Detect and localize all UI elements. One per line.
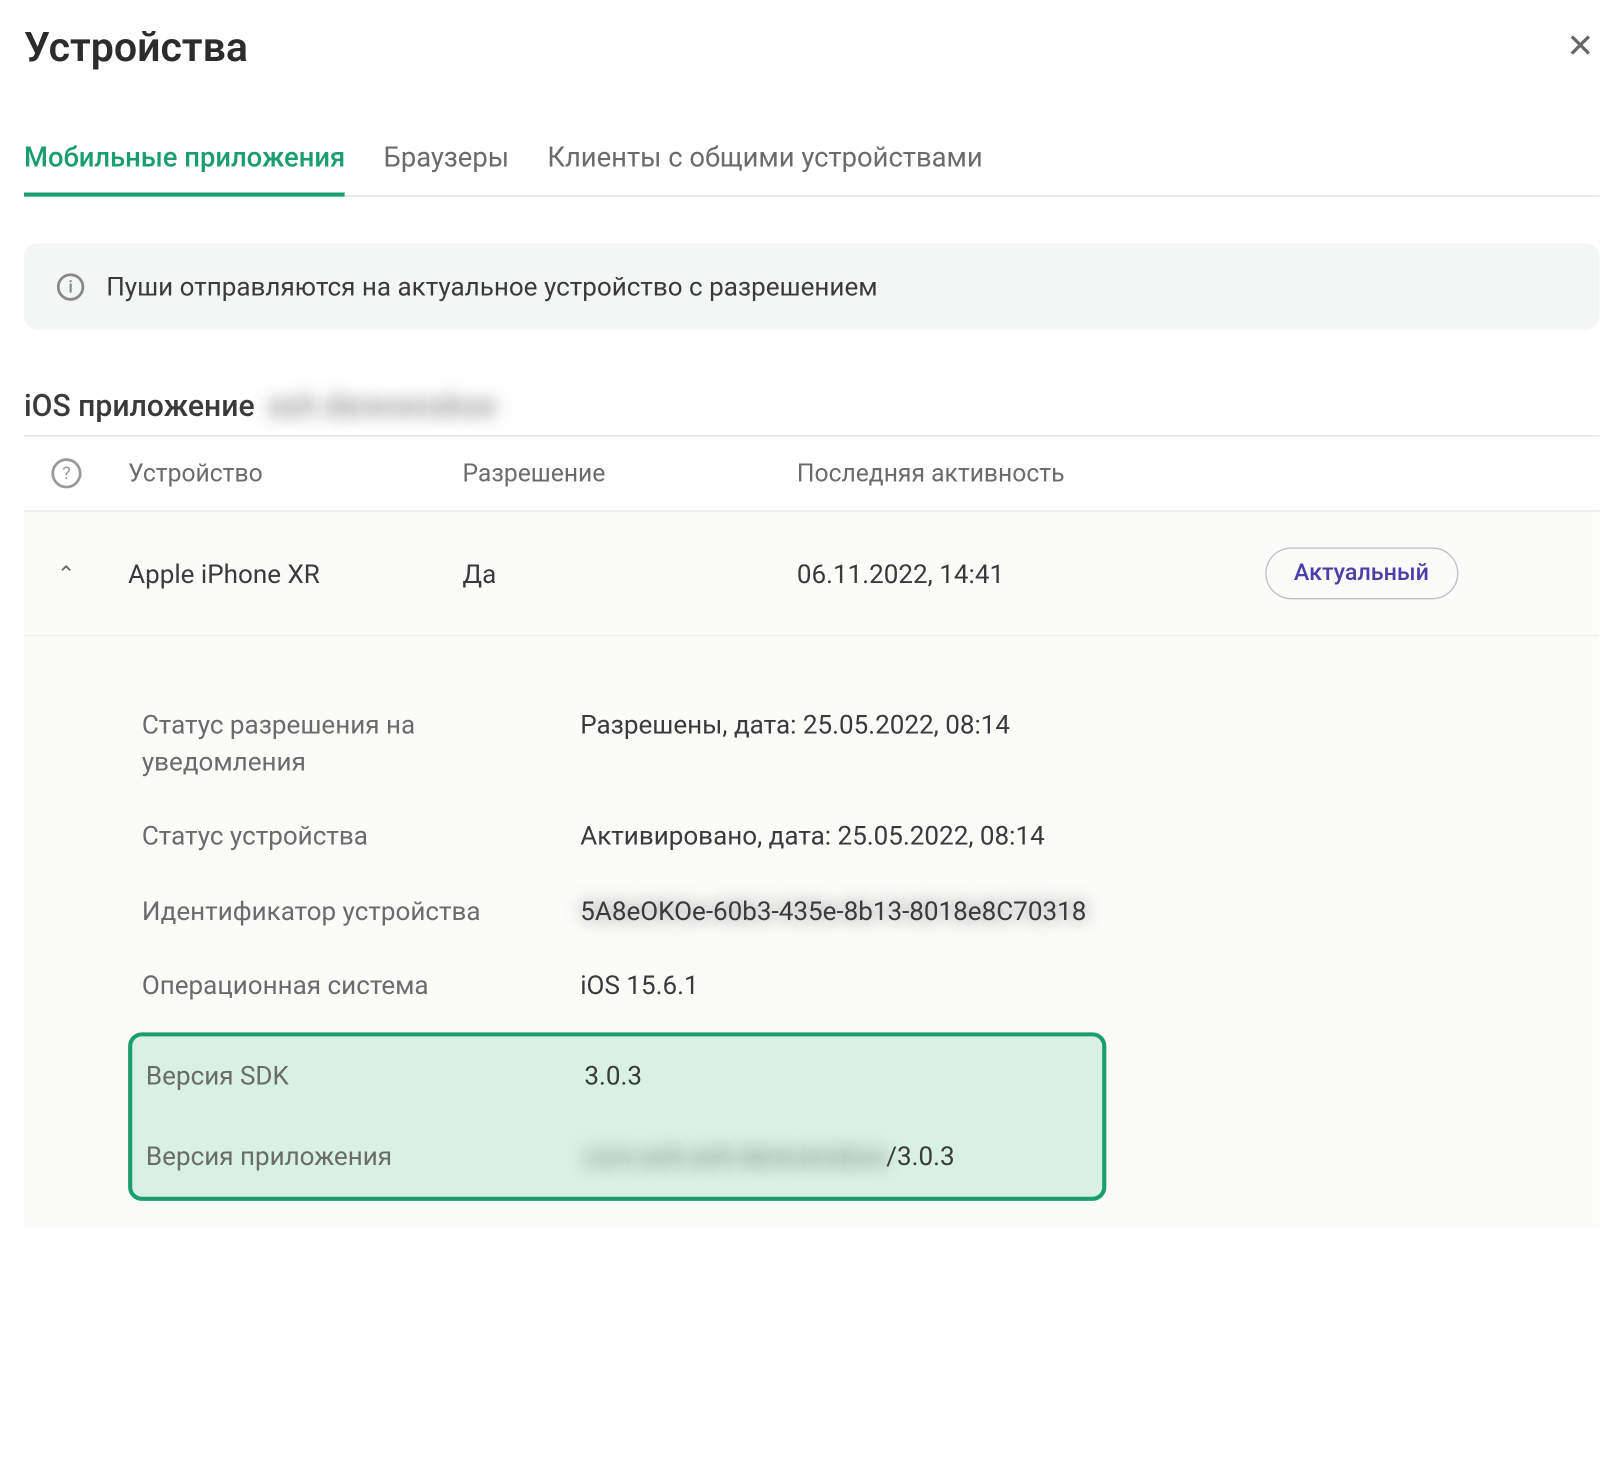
detail-value: Разрешены, дата: 25.05.2022, 08:14 [580,708,1586,744]
detail-value: com.esh.esh-derevenskoe/3.0.3 [584,1139,1088,1175]
section-title-text: iOS приложение [24,390,255,424]
col-last-activity: Последняя активность [797,459,1265,488]
device-details: Статус разрешения на уведомления Разреше… [24,636,1600,1228]
app-version-blurred: com.esh.esh-derevenskoe [584,1140,886,1172]
col-device: Устройство [128,459,462,488]
detail-device-status: Статус устройства Активировано, дата: 25… [128,800,1599,875]
col-permission: Разрешение [463,459,797,488]
device-name: Apple iPhone XR [128,558,462,590]
detail-value: 3.0.3 [584,1058,1088,1094]
detail-app-version: Версия приложения com.esh.esh-derevensko… [132,1117,1102,1197]
info-icon: i [57,273,84,300]
info-banner-text: Пуши отправляются на актуальное устройст… [106,271,877,303]
detail-label: Идентификатор устройства [142,894,553,930]
chevron-up-icon[interactable]: ⌃ [57,560,128,586]
app-name-blurred: esh derevenskoe [268,390,496,424]
detail-label: Версия SDK [146,1058,557,1094]
detail-notification-status: Статус разрешения на уведомления Разреше… [128,688,1599,799]
tab-mobile-apps[interactable]: Мобильные приложения [24,127,345,197]
highlight-box: Версия SDK 3.0.3 Версия приложения com.e… [128,1032,1106,1201]
detail-label: Операционная система [142,968,553,1004]
status-badge: Актуальный [1265,547,1458,599]
detail-os: Операционная система iOS 15.6.1 [128,949,1599,1024]
detail-device-id: Идентификатор устройства 5A8eOKOe-60b3-4… [128,874,1599,949]
detail-value: Активировано, дата: 25.05.2022, 08:14 [580,819,1586,855]
help-icon[interactable]: ? [51,458,81,488]
tab-browsers[interactable]: Браузеры [384,127,509,197]
detail-value: iOS 15.6.1 [580,968,1586,1004]
detail-label: Статус разрешения на уведомления [142,708,553,781]
detail-label: Версия приложения [146,1139,557,1175]
modal-header: Устройства ✕ [24,24,1600,72]
page-title: Устройства [24,24,248,72]
detail-sdk-version: Версия SDK 3.0.3 [132,1036,1102,1116]
section-title: iOS приложение esh derevenskoe [24,390,1600,424]
detail-value-blurred: 5A8eOKOe-60b3-435e-8b13-8018e8C70318 [580,894,1586,930]
tabs-bar: Мобильные приложения Браузеры Клиенты с … [24,127,1600,197]
device-last-activity: 06.11.2022, 14:41 [797,558,1265,590]
detail-label: Статус устройства [142,819,553,855]
close-icon[interactable]: ✕ [1561,24,1600,68]
device-permission: Да [463,558,797,590]
table-header: ? Устройство Разрешение Последняя активн… [24,435,1600,512]
app-version-suffix: /3.0.3 [886,1140,954,1172]
info-banner: i Пуши отправляются на актуальное устрой… [24,243,1600,329]
device-row[interactable]: ⌃ Apple iPhone XR Да 06.11.2022, 14:41 А… [24,512,1600,637]
tab-shared-clients[interactable]: Клиенты с общими устройствами [547,127,982,197]
